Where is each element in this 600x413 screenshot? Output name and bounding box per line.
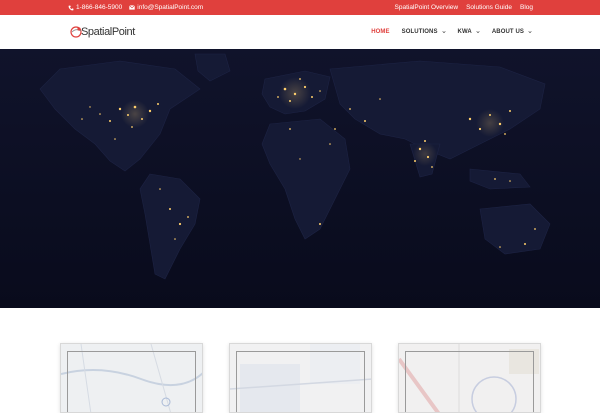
- nav-item-solutions[interactable]: SOLUTIONS: [402, 29, 446, 35]
- top-link-solutions-guide[interactable]: Solutions Guide: [466, 4, 512, 11]
- top-link-overview[interactable]: SpatialPoint Overview: [395, 4, 459, 11]
- site-header: SpatialPoint HOME SOLUTIONS KWA ABOUT US: [0, 15, 600, 49]
- nav-item-home[interactable]: HOME: [371, 29, 389, 35]
- nav-item-kwa[interactable]: KWA: [458, 29, 480, 35]
- feature-card[interactable]: [229, 343, 372, 413]
- nav-label: ABOUT US: [491, 29, 524, 35]
- chevron-down-icon: [476, 31, 480, 34]
- site-logo[interactable]: SpatialPoint: [70, 24, 135, 40]
- card-frame: [67, 351, 196, 412]
- contact-info: 1-866-846-5900 info@SpatialPoint.com: [68, 0, 203, 15]
- nav-label: SOLUTIONS: [401, 29, 438, 35]
- nav-item-about-us[interactable]: ABOUT US: [492, 29, 532, 35]
- hero-banner: [0, 49, 600, 308]
- feature-card[interactable]: [60, 343, 203, 413]
- nav-label: KWA: [457, 29, 472, 35]
- card-frame: [405, 351, 534, 412]
- top-link-blog[interactable]: Blog: [520, 4, 533, 11]
- main-nav: HOME SOLUTIONS KWA ABOUT US: [371, 15, 532, 49]
- feature-card[interactable]: [398, 343, 541, 413]
- chevron-down-icon: [528, 31, 532, 34]
- phone-icon: [68, 5, 74, 11]
- email-link[interactable]: info@SpatialPoint.com: [129, 4, 203, 11]
- nav-label: HOME: [371, 29, 390, 35]
- email-address: info@SpatialPoint.com: [137, 4, 204, 11]
- chevron-down-icon: [442, 31, 446, 34]
- card-frame: [236, 351, 365, 412]
- phone-link[interactable]: 1-866-846-5900: [68, 4, 122, 11]
- top-links: SpatialPoint Overview Solutions Guide Bl…: [395, 0, 534, 15]
- envelope-icon: [129, 5, 136, 10]
- top-bar: 1-866-846-5900 info@SpatialPoint.com Spa…: [0, 0, 600, 15]
- logo-text: SpatialPoint: [81, 26, 135, 38]
- world-night-map-image: [0, 49, 600, 308]
- phone-number: 1-866-846-5900: [76, 4, 123, 11]
- feature-cards: [0, 308, 600, 413]
